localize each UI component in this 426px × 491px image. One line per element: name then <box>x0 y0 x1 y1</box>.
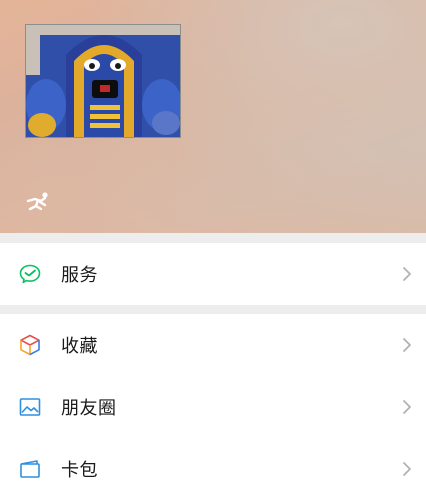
cards-label: 卡包 <box>61 460 98 481</box>
picture-icon <box>17 394 43 420</box>
card-icon <box>17 456 43 482</box>
menu-item-services[interactable]: 服务 <box>0 243 426 305</box>
chevron-right-icon <box>403 267 411 281</box>
cobra-robot-avatar-icon <box>26 25 180 137</box>
menu-item-favorites[interactable]: 收藏 <box>0 314 426 376</box>
profile-header[interactable] <box>0 0 426 233</box>
avatar[interactable] <box>25 24 181 138</box>
menu-item-cards[interactable]: 卡包 <box>0 438 426 491</box>
chevron-right-icon <box>403 400 411 414</box>
favorites-label: 收藏 <box>61 336 98 357</box>
moments-label: 朋友圈 <box>61 398 117 419</box>
wechat-pay-icon <box>17 261 43 287</box>
chevron-right-icon <box>403 462 411 476</box>
menu-item-moments[interactable]: 朋友圈 <box>0 376 426 438</box>
cube-icon <box>17 332 43 358</box>
running-person-icon[interactable] <box>25 191 51 213</box>
services-label: 服务 <box>61 265 98 286</box>
features-group: 收藏 朋友圈 卡包 <box>0 314 426 491</box>
services-group: 服务 <box>0 243 426 305</box>
me-page: 服务 收藏 朋友圈 卡包 <box>0 0 426 491</box>
chevron-right-icon <box>403 338 411 352</box>
